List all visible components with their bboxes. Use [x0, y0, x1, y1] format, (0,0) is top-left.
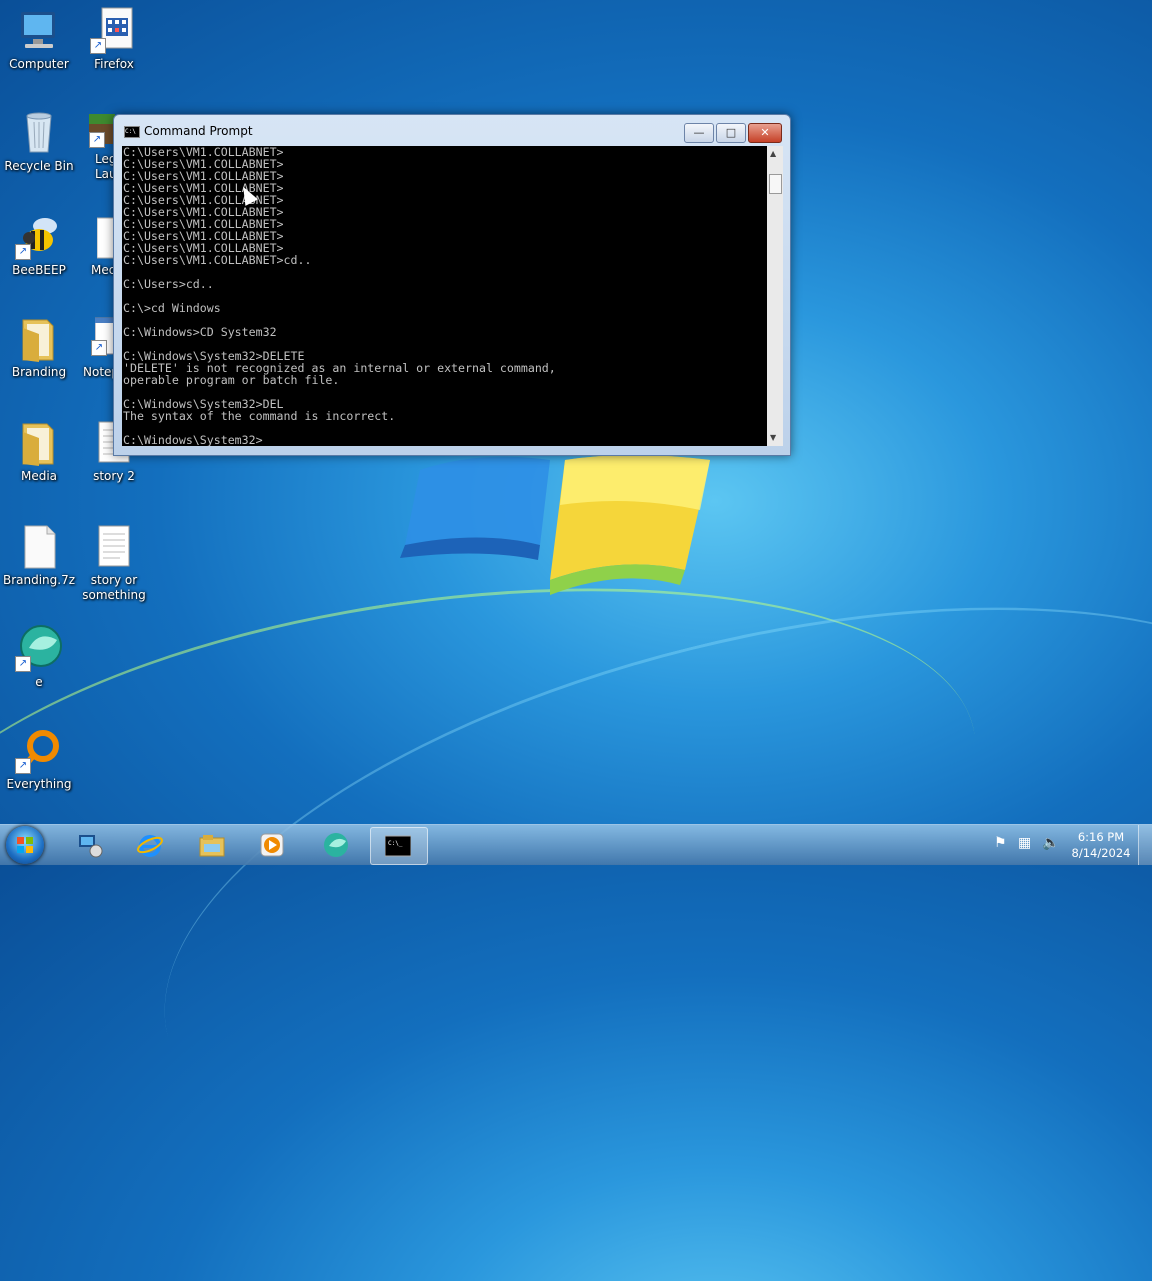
desktop-icon-label: story or something — [82, 573, 146, 602]
desktop-icon-branding-7z[interactable]: Branding.7z — [2, 522, 76, 588]
vertical-scrollbar[interactable]: ▲ ▼ — [767, 146, 783, 446]
windows-flag-icon — [17, 837, 33, 853]
desktop-icon-label: Media — [20, 469, 58, 483]
minimize-button[interactable]: — — [684, 123, 714, 143]
folder-icon — [15, 418, 63, 466]
shortcut-arrow-icon: ↗ — [15, 758, 31, 774]
window-titlebar[interactable]: C:\ Command Prompt — □ ✕ — [114, 115, 790, 145]
svg-text:C:\_: C:\_ — [388, 840, 403, 847]
desktop-icon-story-or-something[interactable]: story or something — [77, 522, 151, 603]
text-file-icon — [90, 522, 138, 570]
desktop-icon-label: Med — [91, 263, 117, 277]
desktop-icon-legacy-launcher[interactable]: ↗ Leg Laun — [77, 108, 125, 182]
desktop-icon-label: Recycle Bin — [4, 159, 74, 173]
desktop-icon-media-file[interactable]: Med — [77, 212, 118, 278]
taskbar-command-prompt[interactable]: C:\_ — [370, 827, 428, 865]
desktop-icon-label: Branding — [11, 365, 67, 379]
console-output[interactable]: C:\Users\VM1.COLLABNET> C:\Users\VM1.COL… — [122, 146, 767, 446]
recycle-bin-icon — [15, 108, 63, 156]
desktop-icon-label: story 2 — [93, 469, 135, 483]
maximize-button[interactable]: □ — [716, 123, 746, 143]
shortcut-arrow-icon: ↗ — [89, 132, 105, 148]
taskbar-e-app[interactable] — [310, 827, 362, 863]
search-magnifier-icon: ↗ — [15, 726, 63, 774]
network-tray-icon[interactable]: ▦ — [1018, 835, 1031, 851]
desktop-icon-branding-folder[interactable]: Branding — [2, 314, 76, 380]
scrollbar-thumb[interactable] — [769, 174, 782, 194]
desktop-icon-label: BeeBEEP — [12, 263, 66, 277]
archive-file-icon — [15, 522, 63, 570]
close-button[interactable]: ✕ — [748, 123, 782, 143]
shortcut-arrow-icon: ↗ — [90, 38, 106, 54]
desktop-icon-label: e — [35, 675, 43, 689]
folder-icon — [15, 314, 63, 362]
taskbar-network-app[interactable] — [64, 827, 116, 863]
command-prompt-window[interactable]: C:\ Command Prompt — □ ✕ C:\Users\VM1.CO… — [113, 114, 791, 456]
cmd-icon: C:\ — [124, 126, 140, 138]
clock-date: 8/14/2024 — [1071, 846, 1131, 860]
firefox-icon: ↗ — [90, 6, 138, 54]
desktop-icon-beebeep[interactable]: ↗ BeeBEEP — [2, 212, 76, 278]
desktop-icon-label: Firefox — [94, 57, 134, 71]
desktop-icon-media-folder[interactable]: Media — [2, 418, 76, 484]
desktop-icon-label: Branding.7z — [2, 573, 76, 587]
network-computer-icon — [79, 835, 103, 858]
computer-icon — [15, 6, 63, 54]
desktop-icon-notepad[interactable]: ↗ Notep — [77, 314, 120, 380]
folder-icon — [199, 835, 225, 857]
shortcut-arrow-icon: ↗ — [15, 244, 31, 260]
bee-icon: ↗ — [15, 212, 63, 260]
console-text: C:\Users\VM1.COLLABNET> C:\Users\VM1.COL… — [123, 146, 556, 446]
media-player-icon — [260, 833, 284, 857]
cmd-icon: C:\_ — [385, 835, 411, 857]
e-app-icon — [324, 833, 348, 857]
scroll-up-icon[interactable]: ▲ — [770, 149, 776, 158]
windows-logo-wallpaper — [400, 455, 710, 595]
clock-time: 6:16 PM — [1077, 830, 1125, 844]
e-app-icon: ↗ — [15, 624, 63, 672]
volume-muted-icon[interactable]: 🔈 — [1042, 835, 1059, 851]
show-desktop-button[interactable] — [1138, 825, 1152, 865]
taskbar-internet-explorer[interactable] — [124, 827, 176, 863]
start-button[interactable] — [6, 826, 44, 864]
desktop-icon-firefox[interactable]: ↗ Firefox — [77, 6, 151, 72]
desktop-icon-computer[interactable]: Computer — [2, 6, 76, 72]
desktop-icon-recycle-bin[interactable]: Recycle Bin — [2, 108, 76, 174]
taskbar-file-explorer[interactable] — [186, 827, 238, 863]
desktop-icon-label: Leg Laun — [95, 152, 125, 181]
shortcut-arrow-icon: ↗ — [15, 656, 31, 672]
desktop-icon-label: Notep — [83, 365, 120, 379]
scroll-down-icon[interactable]: ▼ — [770, 433, 776, 442]
taskbar: C:\_ ⚑ ▦ 🔈 6:16 PM 8/14/2024 — [0, 824, 1152, 865]
desktop-icon-label: Everything — [6, 777, 72, 791]
desktop-icon-everything[interactable]: ↗ Everything — [2, 726, 76, 792]
minecraft-icon: ↗ — [89, 108, 115, 156]
system-clock[interactable]: 6:16 PM 8/14/2024 — [1068, 829, 1134, 861]
desktop-icon-label: Computer — [9, 57, 69, 71]
shortcut-arrow-icon: ↗ — [91, 340, 107, 356]
action-center-flag-icon[interactable]: ⚑ — [994, 835, 1007, 851]
window-title: Command Prompt — [144, 124, 253, 138]
taskbar-media-player[interactable] — [246, 827, 298, 863]
desktop-icon-e[interactable]: ↗ e — [2, 624, 76, 690]
internet-explorer-icon — [137, 835, 163, 857]
